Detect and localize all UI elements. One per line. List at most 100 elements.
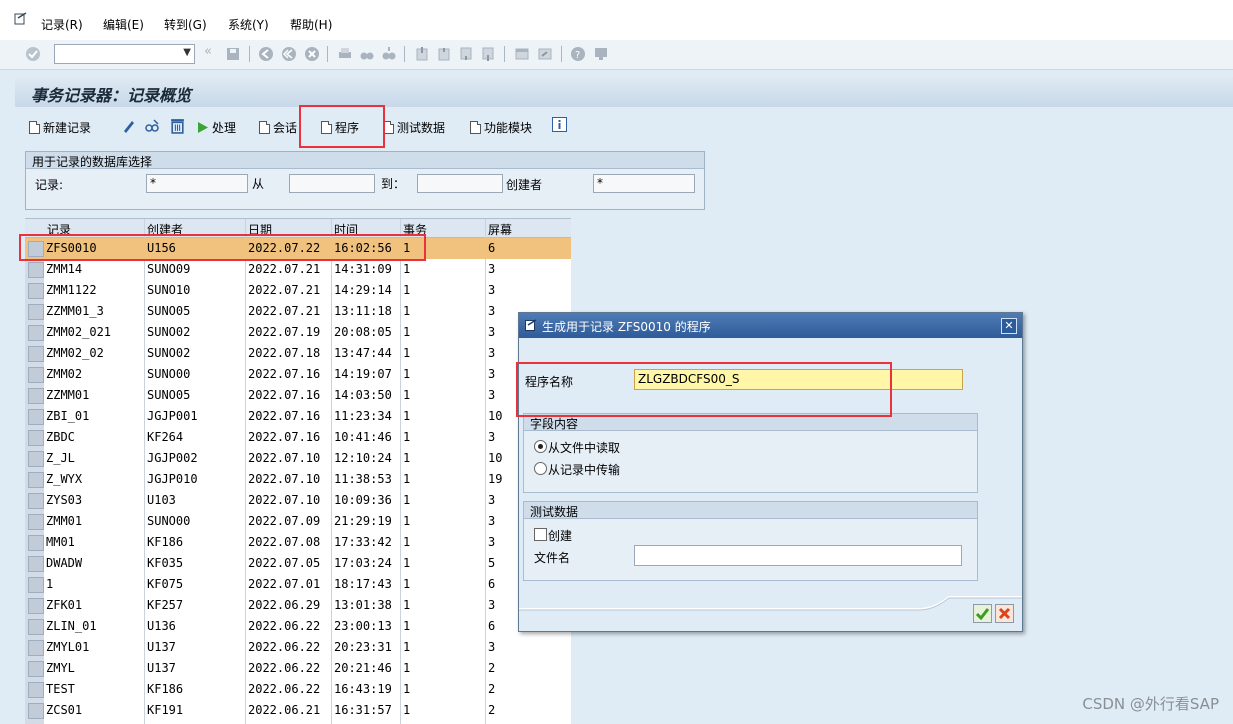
delete-trash-icon[interactable]	[169, 117, 186, 134]
cancel-button[interactable]	[995, 604, 1014, 623]
menu-edit[interactable]: 编辑(E)	[103, 16, 144, 33]
find-icon[interactable]	[359, 46, 375, 62]
cell-recording: ZMM02_021	[46, 325, 112, 339]
cell-date: 2022.06.22	[248, 661, 321, 675]
table-row[interactable]: MM01 KF186 2022.07.08 17:33:42 1 3	[25, 532, 571, 553]
table-row[interactable]: ZFK01 KF257 2022.06.29 13:01:38 1 3	[25, 595, 571, 616]
next-page-icon[interactable]	[458, 46, 474, 62]
shortcut-icon[interactable]	[537, 46, 553, 62]
menu-sap-icon[interactable]	[14, 12, 27, 25]
chevron-down-icon[interactable]: ▼	[183, 47, 191, 58]
menu-system[interactable]: 系统(Y)	[228, 16, 269, 33]
customize-layout-icon[interactable]	[593, 46, 609, 62]
to-input[interactable]	[417, 174, 503, 193]
row-selector[interactable]	[28, 304, 44, 320]
row-selector[interactable]	[28, 682, 44, 698]
back-icon[interactable]	[258, 46, 274, 62]
cell-date: 2022.07.01	[248, 577, 321, 591]
table-row[interactable]: ZBDC KF264 2022.07.16 10:41:46 1 3	[25, 427, 571, 448]
edit-pencil-icon[interactable]	[121, 118, 137, 134]
table-row[interactable]: ZLIN_01 U136 2022.06.22 23:00:13 1 6	[25, 616, 571, 637]
column-header-screens[interactable]: 屏幕	[488, 221, 512, 238]
row-selector[interactable]	[28, 325, 44, 341]
print-icon[interactable]	[337, 46, 353, 62]
cell-date: 2022.06.22	[248, 640, 321, 654]
radio-from-recording[interactable]	[534, 462, 547, 475]
exit-icon[interactable]	[281, 46, 297, 62]
row-selector[interactable]	[28, 577, 44, 593]
row-selector[interactable]	[28, 262, 44, 278]
save-icon[interactable]	[225, 46, 241, 62]
cell-creator: SUNO05	[147, 304, 191, 318]
row-selector[interactable]	[28, 493, 44, 509]
table-row[interactable]: 1 KF075 2022.07.01 18:17:43 1 6	[25, 574, 571, 595]
table-row[interactable]: ZMYL01 U137 2022.06.22 20:23:31 1 3	[25, 637, 571, 658]
table-row[interactable]: Z_WYX JGJP010 2022.07.10 11:38:53 1 19	[25, 469, 571, 490]
close-icon[interactable]: ✕	[1001, 318, 1017, 334]
row-selector[interactable]	[28, 640, 44, 656]
command-field[interactable]: ▼	[54, 44, 195, 64]
row-selector[interactable]	[28, 514, 44, 530]
menu-help[interactable]: 帮助(H)	[290, 16, 332, 33]
table-row[interactable]: ZZMM01 SUNO05 2022.07.16 14:03:50 1 3	[25, 385, 571, 406]
table-row[interactable]: ZCS01 KF191 2022.06.21 16:31:57 1 2	[25, 700, 571, 721]
row-selector[interactable]	[28, 346, 44, 362]
table-row[interactable]: Z_JL JGJP002 2022.07.10 12:10:24 1 10	[25, 448, 571, 469]
last-page-icon[interactable]	[480, 46, 496, 62]
row-selector[interactable]	[28, 598, 44, 614]
table-row[interactable]: ZMM1122 SUNO10 2022.07.21 14:29:14 1 3	[25, 280, 571, 301]
recording-input[interactable]: *	[146, 174, 248, 193]
filename-input[interactable]	[634, 545, 962, 566]
cancel-icon[interactable]	[304, 46, 320, 62]
table-row[interactable]: ZBI_01 JGJP001 2022.07.16 11:23:34 1 10	[25, 406, 571, 427]
cell-date: 2022.06.22	[248, 682, 321, 696]
menu-goto[interactable]: 转到(G)	[164, 16, 207, 33]
row-selector[interactable]	[28, 535, 44, 551]
row-selector[interactable]	[28, 367, 44, 383]
table-row[interactable]: ZMM02_02 SUNO02 2022.07.18 13:47:44 1 3	[25, 343, 571, 364]
row-selector[interactable]	[28, 430, 44, 446]
row-selector[interactable]	[28, 661, 44, 677]
cell-time: 20:23:31	[334, 640, 392, 654]
from-input[interactable]	[289, 174, 375, 193]
new-session-icon[interactable]	[514, 46, 530, 62]
new-recording-button[interactable]: 新建记录	[29, 119, 91, 136]
find-next-icon[interactable]	[381, 46, 397, 62]
row-selector[interactable]	[28, 619, 44, 635]
process-button[interactable]: 处理	[197, 119, 236, 136]
confirm-button[interactable]	[973, 604, 992, 623]
menu-record[interactable]: 记录(R)	[41, 16, 83, 33]
cell-time: 13:11:18	[334, 304, 392, 318]
function-module-button[interactable]: 功能模块	[470, 119, 532, 136]
row-selector[interactable]	[28, 388, 44, 404]
previous-page-icon[interactable]	[436, 46, 452, 62]
enter-icon[interactable]	[25, 46, 41, 62]
table-row[interactable]: ZZMM01_3 SUNO05 2022.07.21 13:11:18 1 3	[25, 301, 571, 322]
row-selector[interactable]	[28, 409, 44, 425]
cell-time: 18:17:43	[334, 577, 392, 591]
cell-date: 2022.07.16	[248, 367, 321, 381]
table-row[interactable]: TEST KF186 2022.06.22 16:43:19 1 2	[25, 679, 571, 700]
table-row[interactable]: DWADW KF035 2022.07.05 17:03:24 1 5	[25, 553, 571, 574]
row-selector[interactable]	[28, 283, 44, 299]
table-row[interactable]: ZMM01 SUNO00 2022.07.09 21:29:19 1 3	[25, 511, 571, 532]
row-selector[interactable]	[28, 703, 44, 719]
info-icon[interactable]	[552, 117, 567, 132]
create-checkbox[interactable]	[534, 528, 547, 541]
help-icon[interactable]: ?	[570, 46, 586, 62]
table-row[interactable]: ZYS03 U103 2022.07.10 10:09:36 1 3	[25, 490, 571, 511]
row-selector[interactable]	[28, 451, 44, 467]
creator-input[interactable]: *	[593, 174, 695, 193]
table-row[interactable]: ZMM02_021 SUNO02 2022.07.19 20:08:05 1 3	[25, 322, 571, 343]
change-glasses-icon[interactable]	[144, 118, 160, 134]
table-row[interactable]: ZMYL U137 2022.06.22 20:21:46 1 2	[25, 658, 571, 679]
test-data-button[interactable]: 测试数据	[383, 119, 445, 136]
table-row[interactable]: ZMM02 SUNO00 2022.07.16 14:19:07 1 3	[25, 364, 571, 385]
first-page-icon[interactable]	[414, 46, 430, 62]
row-selector[interactable]	[28, 556, 44, 572]
table-row[interactable]: ZMM14 SUNO09 2022.07.21 14:31:09 1 3	[25, 259, 571, 280]
radio-from-file[interactable]	[534, 440, 547, 453]
session-button[interactable]: 会话	[259, 119, 297, 136]
row-selector[interactable]	[28, 472, 44, 488]
cell-recording: Z_WYX	[46, 472, 83, 486]
